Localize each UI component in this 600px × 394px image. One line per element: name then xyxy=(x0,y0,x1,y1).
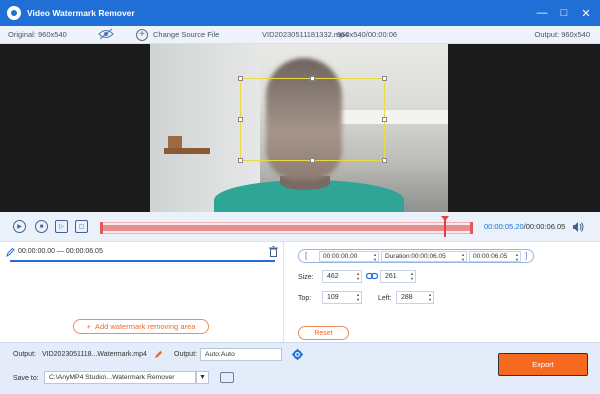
plus-icon: + xyxy=(86,322,91,331)
gear-icon[interactable] xyxy=(292,349,303,360)
current-time: 00:00:05.20 xyxy=(484,222,524,231)
volume-icon[interactable] xyxy=(572,222,584,232)
output-format-field[interactable]: Auto;Auto xyxy=(200,348,282,361)
start-time-field[interactable]: 00:00:00.00 ▲ ▼ xyxy=(319,251,379,262)
loop-button[interactable]: ▢ xyxy=(75,220,88,233)
output-label: Output: xyxy=(13,351,36,358)
save-path-dropdown[interactable]: ▼ xyxy=(196,371,209,384)
resize-handle-ml[interactable] xyxy=(238,117,243,122)
end-time-field[interactable]: 00:00:06.05 ▲ ▼ xyxy=(469,251,521,262)
time-display: 00:00:05.20/00:00:06.05 xyxy=(484,222,565,231)
output-format-label: Output: xyxy=(174,351,197,358)
size-label: Size: xyxy=(298,274,314,281)
width-field[interactable]: 462 ▲ ▼ xyxy=(322,270,362,283)
stop-button[interactable]: ■ xyxy=(35,220,48,233)
window-title: Video Watermark Remover xyxy=(27,8,135,18)
segment-underline xyxy=(10,260,275,262)
top-field[interactable]: 109 ▲ ▼ xyxy=(322,291,362,304)
close-button[interactable]: ✕ xyxy=(578,5,594,21)
duration-field[interactable]: Duration:00:00:06.05 ▲ ▼ xyxy=(381,251,467,262)
area-parameters: [ 00:00:00.00 ▲ ▼ Duration:00:00:06.05 ▲ ▼ 0… xyxy=(284,242,600,342)
spinner-icon[interactable]: ▲ ▼ xyxy=(410,271,414,281)
resize-handle-tr[interactable] xyxy=(382,76,387,81)
trim-handle-end[interactable] xyxy=(470,222,473,234)
spinner-icon[interactable]: ▲ ▼ xyxy=(428,292,432,302)
left-label: Left: xyxy=(378,295,392,302)
playback-controls: ▶ ■ ▷ ▢ 00:00:05.20/00:00:06.05 xyxy=(0,212,600,242)
resize-handle-mr[interactable] xyxy=(382,117,387,122)
top-label: Top: xyxy=(298,295,312,302)
original-resolution: Original: 960x540 xyxy=(8,30,67,39)
add-watermark-area-button[interactable]: + Add watermark removing area xyxy=(73,319,209,334)
resize-handle-bl[interactable] xyxy=(238,158,243,163)
spinner-icon[interactable]: ▲ ▼ xyxy=(356,292,360,302)
segment-range: 00:00:00.00 — 00:00:06.05 xyxy=(18,248,103,255)
pencil-icon[interactable] xyxy=(154,350,163,359)
minimize-button[interactable]: — xyxy=(534,5,550,21)
spinner-icon[interactable]: ▲ ▼ xyxy=(356,271,360,281)
set-end-bracket[interactable]: ] xyxy=(525,251,527,260)
app-logo-icon xyxy=(7,6,21,20)
resize-handle-br[interactable] xyxy=(382,158,387,163)
save-to-label: Save to: xyxy=(13,375,39,382)
set-start-bracket[interactable]: [ xyxy=(305,251,307,260)
timeline-track[interactable] xyxy=(100,216,473,237)
edit-icon[interactable] xyxy=(6,247,15,257)
resize-handle-bm[interactable] xyxy=(310,158,315,163)
add-area-label: Add watermark removing area xyxy=(94,322,196,331)
source-resolution-duration: 960x540/00:00:06 xyxy=(337,30,398,39)
removing-area-box[interactable] xyxy=(238,76,387,163)
spinner-icon[interactable]: ▲ ▼ xyxy=(515,252,519,262)
spinner-icon[interactable]: ▲ ▼ xyxy=(373,252,377,262)
output-resolution: Output: 960x540 xyxy=(534,30,590,39)
output-filename: VID2023051118...Watermark.mp4 xyxy=(42,351,147,358)
title-bar: Video Watermark Remover — □ ✕ xyxy=(0,0,600,26)
save-path-field[interactable]: C:\AnyMP4 Studio\...Watermark Remover xyxy=(44,371,196,384)
total-time: /00:00:06.05 xyxy=(523,222,566,231)
link-icon[interactable] xyxy=(366,272,378,280)
trash-icon[interactable] xyxy=(269,246,278,257)
left-field[interactable]: 288 ▲ ▼ xyxy=(396,291,434,304)
folder-icon[interactable] xyxy=(220,372,234,383)
segment-list: 00:00:00.00 — 00:00:06.05 + Add watermar… xyxy=(0,242,284,342)
spinner-icon[interactable]: ▲ ▼ xyxy=(461,252,465,262)
next-frame-button[interactable]: ▷ xyxy=(55,220,68,233)
trim-handle-start[interactable] xyxy=(100,222,103,234)
segment-row[interactable]: 00:00:00.00 — 00:00:06.05 xyxy=(6,246,278,260)
change-source-label: Change Source File xyxy=(153,30,220,39)
reset-button[interactable]: Reset xyxy=(298,326,349,340)
output-settings-bar: Output: VID2023051118...Watermark.mp4 Ou… xyxy=(0,342,600,394)
play-button[interactable]: ▶ xyxy=(13,220,26,233)
info-bar: Original: 960x540 + Change Source File V… xyxy=(0,26,600,44)
playhead[interactable] xyxy=(441,216,450,237)
export-button[interactable]: Export xyxy=(498,353,588,376)
maximize-button[interactable]: □ xyxy=(556,5,572,21)
height-field[interactable]: 261 ▲ ▼ xyxy=(380,270,416,283)
change-source-button[interactable]: + Change Source File xyxy=(136,28,220,41)
eye-icon[interactable] xyxy=(98,28,114,40)
resize-handle-tm[interactable] xyxy=(310,76,315,81)
plus-icon: + xyxy=(136,28,148,41)
time-range-control: [ 00:00:00.00 ▲ ▼ Duration:00:00:06.05 ▲ ▼ 0… xyxy=(298,249,534,263)
source-filename: VID20230511181332.mp4 xyxy=(262,30,349,39)
resize-handle-tl[interactable] xyxy=(238,76,243,81)
